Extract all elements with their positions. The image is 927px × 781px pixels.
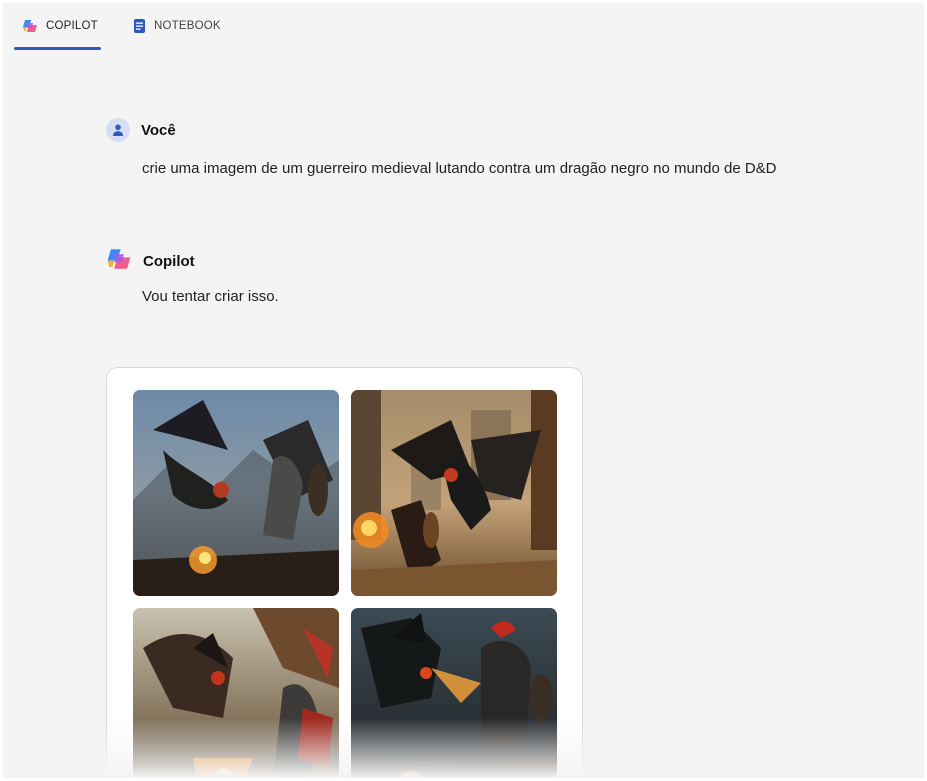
- generated-image-2[interactable]: [351, 390, 557, 596]
- tab-copilot[interactable]: COPILOT: [14, 3, 101, 50]
- tab-copilot-label: COPILOT: [46, 20, 98, 32]
- assistant-message-header: Copilot: [106, 246, 195, 277]
- user-message-header: Você: [106, 118, 176, 142]
- generated-image-1[interactable]: [133, 390, 339, 596]
- tab-bar: COPILOT NOTEBOOK: [3, 3, 924, 51]
- user-avatar-icon: [106, 118, 130, 142]
- bottom-fade: [3, 718, 924, 778]
- copilot-logo-icon: [22, 18, 38, 34]
- assistant-message-text: Vou tentar criar isso.: [142, 288, 279, 305]
- copilot-window: COPILOT NOTEBOOK Você crie uma imagem de…: [3, 3, 924, 778]
- image-results-card: [106, 367, 583, 778]
- user-author-name: Você: [141, 121, 176, 139]
- copilot-logo-icon: [106, 246, 132, 277]
- user-message-text: crie uma imagem de um guerreiro medieval…: [142, 160, 777, 177]
- tab-notebook[interactable]: NOTEBOOK: [131, 3, 221, 49]
- assistant-author-name: Copilot: [143, 253, 195, 270]
- tab-notebook-label: NOTEBOOK: [154, 20, 221, 32]
- notebook-icon: [133, 18, 146, 34]
